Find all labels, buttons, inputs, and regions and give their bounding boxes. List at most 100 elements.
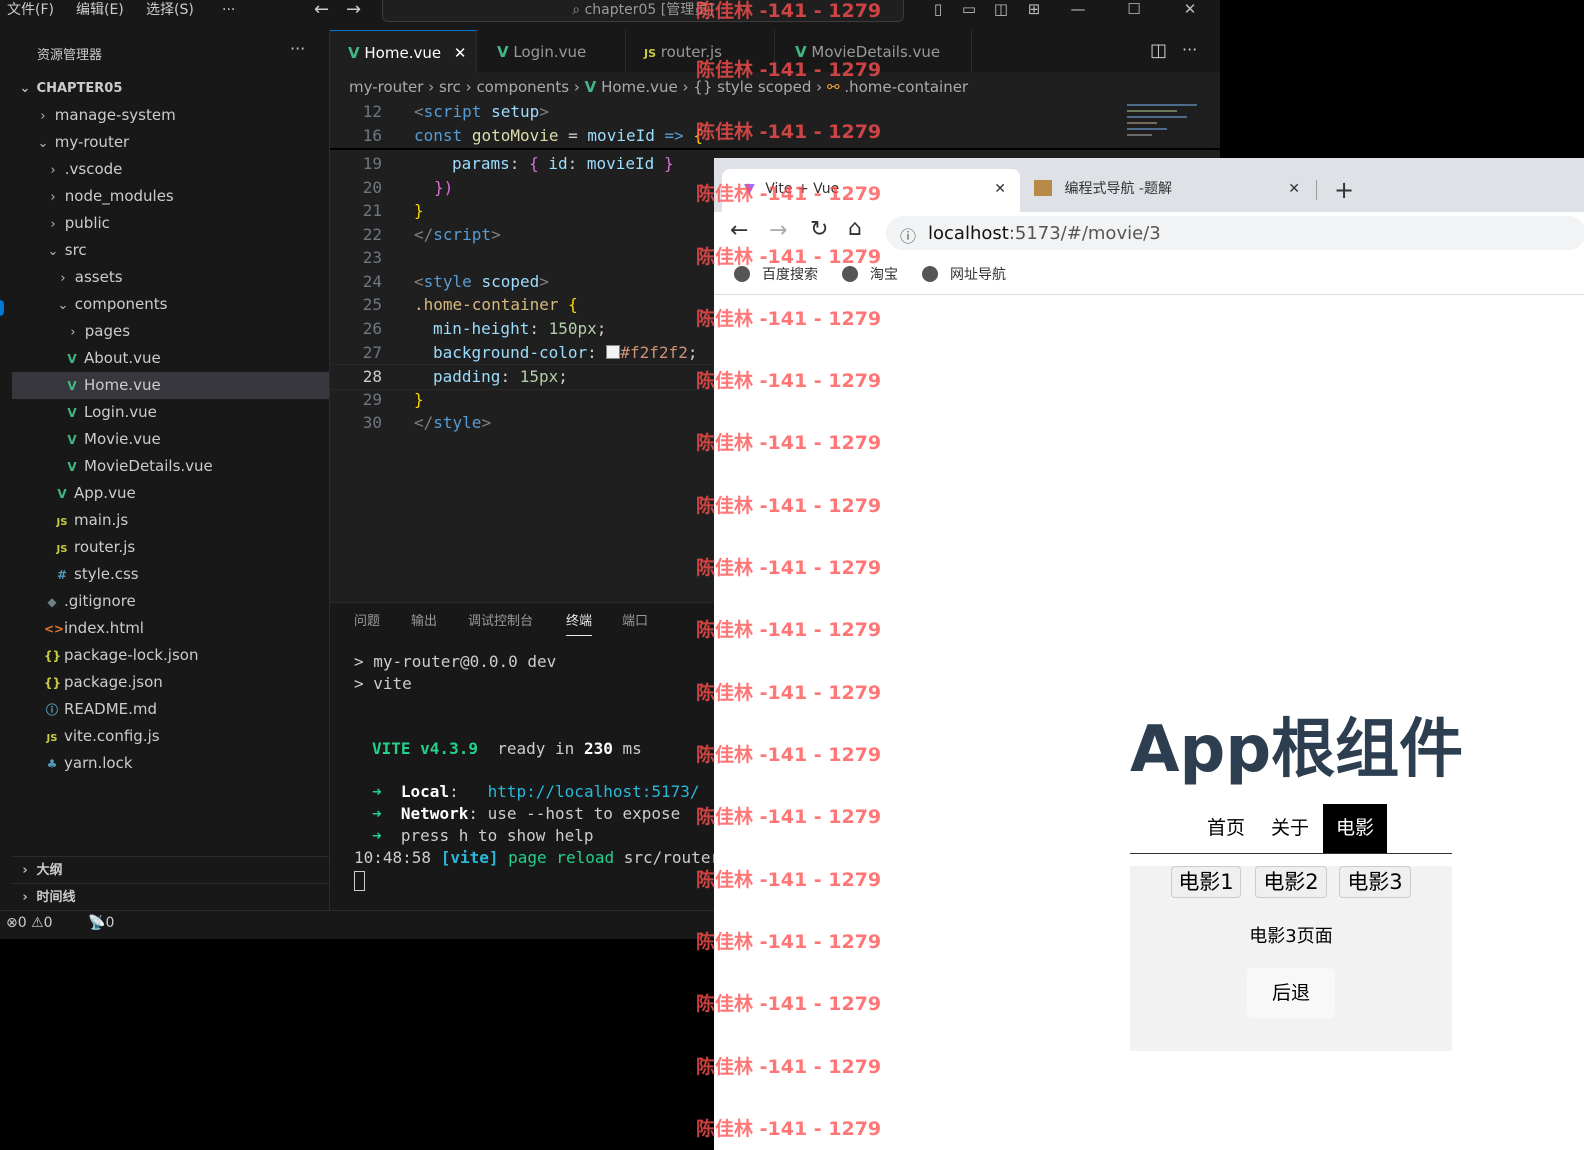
- back-arrow-icon[interactable]: ←: [730, 218, 748, 243]
- tree-item-gitignore[interactable]: ◆ .gitignore: [12, 588, 329, 615]
- error-icon: ⊗: [6, 915, 18, 931]
- tree-item-yarn-lock[interactable]: ♣ yarn.lock: [12, 750, 329, 777]
- tree-item-assets[interactable]: › assets: [12, 264, 329, 291]
- tree-item-package-json[interactable]: {} package.json: [12, 669, 329, 696]
- tree-item-style-css[interactable]: # style.css: [12, 561, 329, 588]
- menu-edit[interactable]: 编辑(E): [76, 0, 124, 22]
- movie-page-text: 电影3页面: [1249, 926, 1333, 947]
- nav-about-link[interactable]: 关于: [1264, 804, 1316, 853]
- editor-more-icon[interactable]: ···: [1182, 40, 1197, 59]
- outline-section[interactable]: › 大纲: [12, 856, 329, 884]
- layout-panel-icon[interactable]: ▭: [957, 0, 981, 20]
- back-arrow-icon[interactable]: ←: [314, 0, 329, 22]
- close-tab-icon[interactable]: ✕: [1288, 169, 1300, 209]
- tree-item-manage-system[interactable]: › manage-system: [12, 102, 329, 129]
- tab-login-vue[interactable]: V Login.vue: [477, 30, 626, 72]
- tree-item-public[interactable]: › public: [12, 210, 329, 237]
- explorer-sidebar: 资源管理器 ··· ⌄ CHAPTER05 › manage-system ⌄ …: [12, 30, 330, 910]
- tree-item-components[interactable]: ⌄ components: [12, 291, 329, 318]
- watermark: 陈佳林 -141 - 1279: [696, 682, 882, 704]
- address-bar[interactable]: ⓘ localhost:5173/#/movie/3: [886, 216, 1584, 250]
- problems-status[interactable]: ⊗0 ⚠0: [6, 915, 53, 931]
- maximize-icon[interactable]: ☐: [1122, 0, 1146, 20]
- bookmark-nav[interactable]: 网址导航: [922, 264, 1006, 284]
- globe-icon: [922, 266, 938, 282]
- chevron-right-icon: ›: [50, 163, 56, 178]
- breadcrumb-item[interactable]: my-router: [349, 78, 423, 96]
- tree-item-app-vue[interactable]: V App.vue: [12, 480, 329, 507]
- menu-selection[interactable]: 选择(S): [146, 0, 194, 22]
- panel-tab-ports[interactable]: 端口: [622, 610, 648, 629]
- tree-item-vscode[interactable]: › .vscode: [12, 156, 329, 183]
- tree-item-index-html[interactable]: <>index.html: [12, 615, 329, 642]
- forward-arrow-icon[interactable]: →: [346, 0, 361, 22]
- panel-tab-terminal[interactable]: 终端: [566, 610, 593, 636]
- tree-item-vite-config-js[interactable]: JS vite.config.js: [12, 723, 329, 750]
- site-info-icon[interactable]: ⓘ: [900, 223, 916, 247]
- layout-split-icon[interactable]: ◫: [989, 0, 1013, 20]
- terminal-line: VITE v4.3.9 ready in 230 ms: [372, 739, 642, 758]
- broadcast-icon: 📡: [88, 915, 106, 931]
- menu-file[interactable]: 文件(F): [7, 0, 54, 22]
- movie-3-button[interactable]: 电影3: [1339, 866, 1411, 898]
- watermark: 陈佳林 -141 - 1279: [696, 806, 882, 828]
- timeline-section[interactable]: › 时间线: [12, 883, 329, 911]
- breadcrumb-item[interactable]: Home.vue: [601, 78, 678, 96]
- split-editor-icon[interactable]: ◫: [1150, 40, 1167, 61]
- reload-icon[interactable]: ↻: [810, 217, 828, 242]
- chevron-right-icon: ›: [60, 271, 66, 286]
- layout-customize-icon[interactable]: ⊞: [1022, 0, 1046, 20]
- tab-home-vue[interactable]: V Home.vue ✕: [330, 30, 477, 73]
- js-file-icon: JS: [56, 517, 68, 528]
- watermark: 陈佳林 -141 - 1279: [696, 308, 882, 330]
- menu-more[interactable]: ···: [222, 0, 235, 22]
- tree-item-my-router[interactable]: ⌄ my-router: [12, 129, 329, 156]
- new-tab-icon[interactable]: +: [1334, 176, 1354, 204]
- tree-item-movie-vue[interactable]: V Movie.vue: [12, 426, 329, 453]
- app-heading: App根组件: [1130, 713, 1464, 787]
- local-url-link[interactable]: http://localhost:5173/: [488, 782, 700, 801]
- tree-item-node-modules[interactable]: › node_modules: [12, 183, 329, 210]
- ports-status[interactable]: 📡0: [88, 915, 114, 931]
- tree-item-moviedetails-vue[interactable]: V MovieDetails.vue: [12, 453, 329, 480]
- nav-movie-link[interactable]: 电影: [1323, 804, 1387, 853]
- tree-item-pages[interactable]: › pages: [12, 318, 329, 345]
- home-icon[interactable]: ⌂: [848, 216, 862, 241]
- movie-1-button[interactable]: 电影1: [1171, 866, 1241, 898]
- layout-sidebar-icon[interactable]: ▯: [926, 0, 950, 20]
- back-button[interactable]: 后退: [1247, 968, 1335, 1018]
- minimize-icon[interactable]: —: [1066, 0, 1090, 20]
- panel-tab-problems[interactable]: 问题: [354, 610, 380, 629]
- vue-file-icon: V: [57, 487, 67, 501]
- tree-item-src[interactable]: ⌄ src: [12, 237, 329, 264]
- tree-item-router-js[interactable]: JS router.js: [12, 534, 329, 561]
- vue-file-icon: V: [67, 433, 77, 447]
- terminal-line: > vite: [354, 674, 412, 693]
- nav-home-link[interactable]: 首页: [1200, 804, 1252, 853]
- panel-tab-debug-console[interactable]: 调试控制台: [468, 610, 533, 629]
- browser-tab-tijie[interactable]: 编程式导航 -题解 ✕: [1024, 169, 1314, 212]
- color-swatch[interactable]: [606, 345, 621, 359]
- panel-tab-output[interactable]: 输出: [411, 610, 437, 629]
- tree-item-about-vue[interactable]: V About.vue: [12, 345, 329, 372]
- tree-item-package-lock-json[interactable]: {} package-lock.json: [12, 642, 329, 669]
- tree-item-login-vue[interactable]: V Login.vue: [12, 399, 329, 426]
- tree-root[interactable]: ⌄ CHAPTER05: [12, 75, 329, 102]
- close-tab-icon[interactable]: ✕: [454, 44, 467, 62]
- tree-item-readme-md[interactable]: ⓘ README.md: [12, 696, 329, 723]
- tree-item-main-js[interactable]: JS main.js: [12, 507, 329, 534]
- breadcrumb-item[interactable]: components: [476, 78, 569, 96]
- more-actions-icon[interactable]: ···: [290, 39, 305, 58]
- tree-item-home-vue[interactable]: V Home.vue: [12, 372, 329, 399]
- close-tab-icon[interactable]: ✕: [994, 169, 1006, 209]
- watermark: 陈佳林 -141 - 1279: [696, 246, 882, 268]
- css-file-icon: #: [56, 568, 68, 582]
- forward-arrow-icon[interactable]: →: [769, 218, 787, 243]
- watermark: 陈佳林 -141 - 1279: [696, 495, 882, 517]
- watermark: 陈佳林 -141 - 1279: [696, 619, 882, 641]
- movie-2-button[interactable]: 电影2: [1255, 866, 1327, 898]
- terminal-cursor[interactable]: [354, 871, 365, 891]
- watermark: 陈佳林 -141 - 1279: [696, 744, 882, 766]
- close-window-icon[interactable]: ✕: [1178, 0, 1202, 20]
- breadcrumb-item[interactable]: src: [439, 78, 461, 96]
